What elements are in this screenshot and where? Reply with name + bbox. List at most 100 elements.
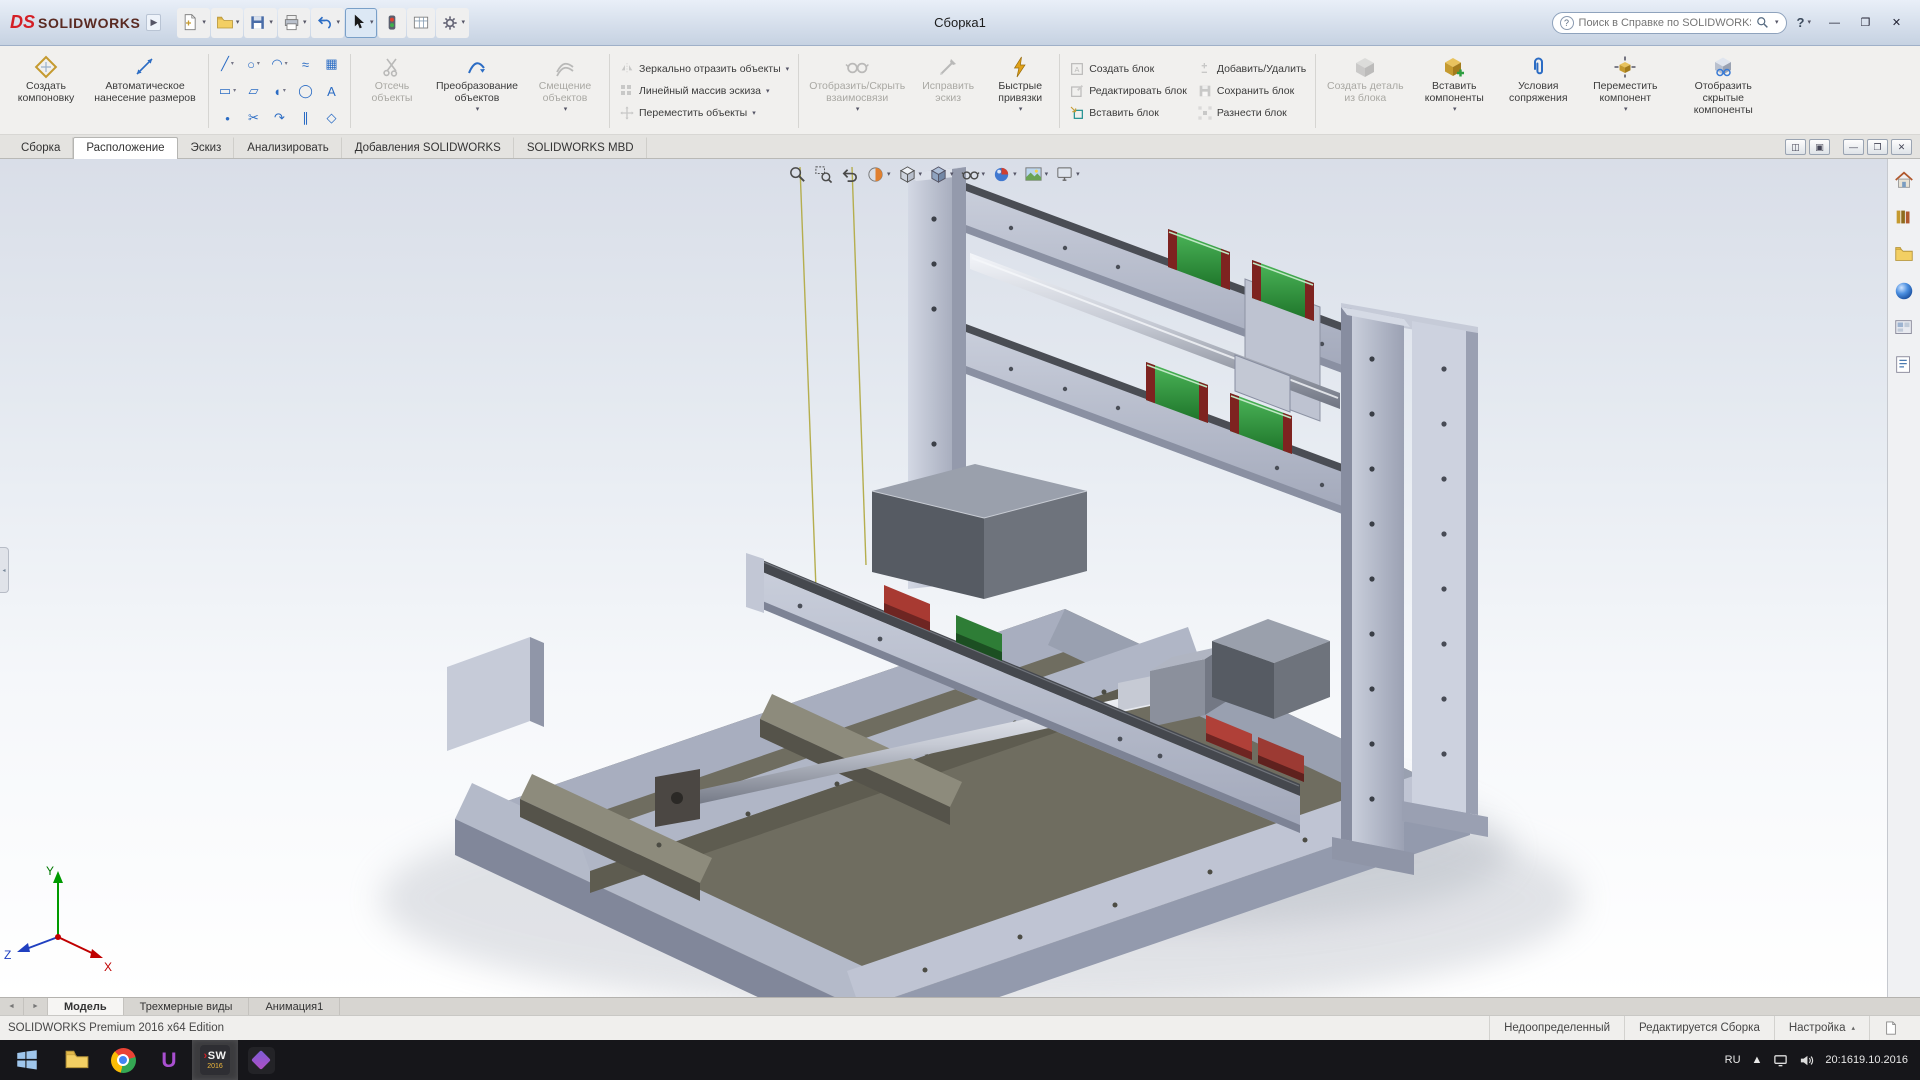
graphics-area[interactable]: Y Z X ▾ ▾ ▾ bbox=[0, 159, 1920, 997]
part-from-block-button[interactable]: Создать деталь из блока bbox=[1320, 49, 1410, 133]
design-table-button[interactable] bbox=[407, 8, 435, 38]
tab-layout[interactable]: Расположение bbox=[73, 137, 177, 159]
chrome-taskbar-icon[interactable] bbox=[100, 1040, 146, 1080]
save-block-button[interactable]: Сохранить блок bbox=[1194, 82, 1309, 101]
resources-home-icon[interactable] bbox=[1893, 169, 1915, 194]
move-component-button[interactable]: Переместить компонент ▾ bbox=[1578, 49, 1672, 133]
hide-show-items-icon[interactable]: ▾ bbox=[959, 163, 988, 186]
linear-sketch-pattern-button[interactable]: Линейный массив эскиза▾ bbox=[616, 82, 792, 101]
sketch-line-icon[interactable]: ╱▾ bbox=[215, 51, 240, 77]
rebuild-button[interactable] bbox=[378, 8, 406, 38]
purple-u-app-icon[interactable]: U bbox=[146, 1040, 192, 1080]
new-document-button[interactable]: ▾ bbox=[177, 8, 210, 38]
customize-menu[interactable]: Настройка▴ bbox=[1774, 1016, 1869, 1040]
tab-scroll-right-icon[interactable]: ► bbox=[24, 998, 48, 1015]
view-orientation-icon[interactable]: ▾ bbox=[896, 163, 925, 186]
minimize-button[interactable]: — bbox=[1821, 13, 1848, 32]
zoom-fit-icon[interactable] bbox=[786, 163, 809, 186]
sheet-properties-icon[interactable] bbox=[1869, 1016, 1912, 1040]
close-button[interactable]: ✕ bbox=[1883, 13, 1910, 32]
tab-mbd[interactable]: SOLIDWORKS MBD bbox=[514, 137, 647, 158]
help-search-box[interactable]: ? ▾ bbox=[1552, 12, 1787, 34]
restore-document-button[interactable]: ❐ bbox=[1867, 139, 1888, 155]
add-remove-button[interactable]: Добавить/Удалить bbox=[1194, 60, 1309, 79]
violet-app-icon[interactable] bbox=[238, 1040, 284, 1080]
file-explorer-icon[interactable] bbox=[1893, 243, 1915, 268]
sketch-slot-icon[interactable]: ◖▾ bbox=[267, 78, 292, 104]
appearances-scenes-icon[interactable] bbox=[1893, 280, 1915, 305]
search-icon[interactable] bbox=[1756, 16, 1769, 29]
design-library-icon[interactable] bbox=[1893, 206, 1915, 231]
edit-appearance-icon[interactable]: ▾ bbox=[990, 163, 1019, 186]
open-button[interactable]: ▾ bbox=[211, 8, 244, 38]
chevron-down-icon[interactable]: ▾ bbox=[1775, 19, 1779, 26]
minimize-document-button[interactable]: — bbox=[1843, 139, 1864, 155]
create-layout-button[interactable]: Создать компоновку bbox=[6, 49, 86, 133]
sketch-circle-icon[interactable]: ○▾ bbox=[241, 51, 266, 77]
tab-addins[interactable]: Добавления SOLIDWORKS bbox=[342, 137, 514, 158]
previous-view-icon[interactable] bbox=[838, 163, 861, 186]
mates-button[interactable]: Условия сопряжения bbox=[1498, 49, 1578, 133]
model-3d-view[interactable]: Y Z X bbox=[0, 159, 1920, 997]
menu-expand-icon[interactable]: ▶ bbox=[146, 14, 161, 31]
display-relations-button[interactable]: Отобразить/Скрыть взаимосвязи ▾ bbox=[803, 49, 911, 133]
trim-entities-button[interactable]: Отсечь объекты bbox=[355, 49, 429, 133]
convert-entities-button[interactable]: Преобразование объектов ▾ bbox=[429, 49, 525, 133]
edit-block-button[interactable]: Редактировать блок bbox=[1066, 82, 1190, 101]
quick-snaps-button[interactable]: Быстрые привязки ▾ bbox=[985, 49, 1055, 133]
options-button[interactable]: ▾ bbox=[436, 8, 469, 38]
sketch-trim-icon[interactable]: ✂ bbox=[241, 105, 266, 131]
tab-scroll-left-icon[interactable]: ◄ bbox=[0, 998, 24, 1015]
sketch-polygon-icon[interactable]: ◇ bbox=[319, 105, 344, 131]
make-block-button[interactable]: A Создать блок bbox=[1066, 60, 1190, 79]
close-document-button[interactable]: ✕ bbox=[1891, 139, 1912, 155]
sketch-pattern-grid-icon[interactable]: ▦ bbox=[319, 51, 344, 77]
sketch-spline-icon[interactable]: ≈ bbox=[293, 51, 318, 77]
volume-icon[interactable] bbox=[1799, 1053, 1814, 1068]
sketch-lines[interactable] bbox=[800, 167, 866, 589]
offset-entities-button[interactable]: Смещение объектов ▾ bbox=[525, 49, 605, 133]
select-tool-button[interactable]: ▾ bbox=[345, 8, 378, 38]
tab-3d-views[interactable]: Трехмерные виды bbox=[124, 998, 250, 1015]
sketch-offset-icon[interactable]: ∥ bbox=[293, 105, 318, 131]
windows-start-button[interactable] bbox=[0, 1040, 54, 1080]
show-hidden-components-button[interactable]: Отобразить скрытые компоненты bbox=[1672, 49, 1774, 133]
feature-tree-collapse-handle[interactable]: ◂ bbox=[0, 547, 9, 593]
file-explorer-taskbar-icon[interactable] bbox=[54, 1040, 100, 1080]
print-button[interactable]: ▾ bbox=[278, 8, 311, 38]
explode-block-button[interactable]: Разнести блок bbox=[1194, 104, 1309, 123]
autodimension-button[interactable]: Автоматическое нанесение размеров bbox=[86, 49, 204, 133]
undo-button[interactable]: ▾ bbox=[311, 8, 344, 38]
tile-window-button[interactable]: ◫ bbox=[1785, 139, 1806, 155]
sketch-text-icon[interactable]: A bbox=[319, 78, 344, 104]
search-input[interactable] bbox=[1579, 17, 1751, 29]
help-button[interactable]: ?▾ bbox=[1797, 15, 1811, 30]
clock[interactable]: 20:16 19.10.2016 bbox=[1825, 1053, 1908, 1067]
sketch-arc-icon[interactable]: ◠▾ bbox=[267, 51, 292, 77]
view-settings-icon[interactable]: ▾ bbox=[1053, 163, 1082, 186]
zoom-area-icon[interactable] bbox=[812, 163, 835, 186]
tab-sketch[interactable]: Эскиз bbox=[178, 137, 235, 158]
insert-block-button[interactable]: Вставить блок bbox=[1066, 104, 1190, 123]
sketch-rectangle-icon[interactable]: ▭▾ bbox=[215, 78, 240, 104]
move-entities-button[interactable]: Переместить объекты▾ bbox=[616, 104, 792, 123]
sketch-convert-icon[interactable]: ↷ bbox=[267, 105, 292, 131]
show-hidden-icons-icon[interactable]: ▲ bbox=[1752, 1054, 1763, 1066]
insert-components-button[interactable]: Вставить компоненты ▾ bbox=[1410, 49, 1498, 133]
sketch-ellipse-icon[interactable]: ◯ bbox=[293, 78, 318, 104]
tab-model[interactable]: Модель bbox=[48, 998, 124, 1015]
display-tray-icon[interactable] bbox=[1773, 1053, 1788, 1068]
section-view-icon[interactable]: ▾ bbox=[864, 163, 893, 186]
repair-sketch-button[interactable]: Исправить эскиз bbox=[911, 49, 985, 133]
language-indicator[interactable]: RU bbox=[1725, 1054, 1741, 1066]
save-button[interactable]: ▾ bbox=[244, 8, 277, 38]
custom-properties-icon[interactable] bbox=[1893, 354, 1915, 379]
view-palette-icon[interactable] bbox=[1893, 317, 1915, 342]
maximize-button[interactable]: ❐ bbox=[1852, 13, 1879, 32]
mirror-entities-button[interactable]: Зеркально отразить объекты▾ bbox=[616, 60, 792, 79]
apply-scene-icon[interactable]: ▾ bbox=[1022, 163, 1051, 186]
sketch-parallelogram-icon[interactable]: ▱ bbox=[241, 78, 266, 104]
tab-evaluate[interactable]: Анализировать bbox=[234, 137, 341, 158]
solidworks-taskbar-icon[interactable]: ›SW2016 bbox=[192, 1040, 238, 1080]
cascade-window-button[interactable]: ▣ bbox=[1809, 139, 1830, 155]
